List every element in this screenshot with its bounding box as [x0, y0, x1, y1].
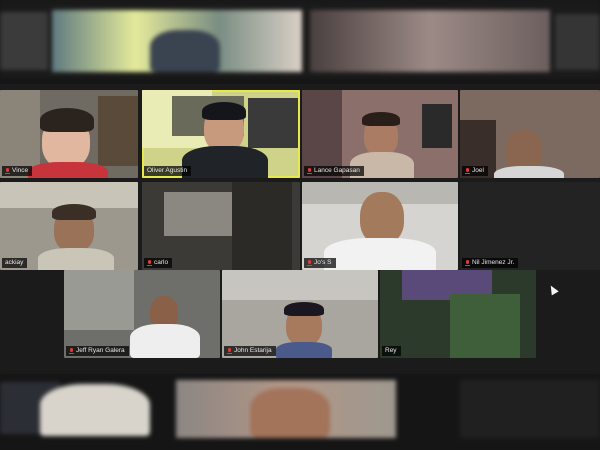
participant-name: Joel	[472, 167, 484, 174]
microphone-muted-icon	[69, 348, 74, 354]
participant-tile-active-speaker[interactable]: Oliver Agustin	[142, 90, 300, 178]
microphone-muted-icon	[465, 168, 470, 174]
participant-tile[interactable]: ackiay	[0, 182, 138, 270]
microphone-muted-icon	[5, 168, 10, 174]
participant-name: Jeff Ryan Galera	[76, 347, 125, 354]
participant-nametag: Joel	[462, 166, 488, 176]
participant-nametag: Lance Gapasan	[304, 166, 364, 176]
participant-tile[interactable]: Vince	[0, 90, 138, 178]
participant-tile[interactable]: Nil Jimenez Jr.	[460, 182, 600, 270]
participant-nametag: Jo's S	[304, 258, 336, 268]
blurred-background-top	[0, 0, 600, 78]
participant-tile[interactable]: Jo's S	[302, 182, 458, 270]
participant-name: Jo's S	[314, 259, 332, 266]
participant-name: Rey	[385, 347, 397, 354]
participant-nametag: Nil Jimenez Jr.	[462, 258, 519, 268]
participant-tile[interactable]: Jeff Ryan Galera	[64, 270, 220, 358]
participant-name: carlo	[154, 259, 169, 266]
participant-tile[interactable]: Rey	[380, 270, 536, 358]
participant-nametag: Vince	[2, 166, 33, 176]
participant-name: ackiay	[5, 259, 24, 266]
participant-nametag: Oliver Agustin	[144, 166, 192, 176]
microphone-muted-icon	[227, 348, 232, 354]
microphone-muted-icon	[147, 260, 152, 266]
participant-tile[interactable]: Lance Gapasan	[302, 90, 458, 178]
participant-nametag: Jeff Ryan Galera	[66, 346, 129, 356]
participant-nametag: Rey	[382, 346, 401, 356]
blurred-background-bottom	[0, 376, 600, 450]
gallery-view: Vince Oliver Agustin Lance Gapasan Joel …	[0, 84, 600, 374]
participant-nametag: John Estarija	[224, 346, 276, 356]
participant-nametag: ackiay	[2, 258, 28, 268]
participant-name: John Estarija	[234, 347, 272, 354]
participant-nametag: carlo	[144, 258, 173, 268]
microphone-muted-icon	[307, 260, 312, 266]
participant-tile[interactable]: Joel	[460, 90, 600, 178]
participant-tile[interactable]: John Estarija	[222, 270, 378, 358]
participant-name: Oliver Agustin	[147, 167, 188, 174]
participant-name: Nil Jimenez Jr.	[472, 259, 515, 266]
participant-name: Vince	[12, 167, 29, 174]
participant-tile[interactable]: carlo	[142, 182, 300, 270]
microphone-muted-icon	[465, 260, 470, 266]
microphone-muted-icon	[307, 168, 312, 174]
participant-name: Lance Gapasan	[314, 167, 360, 174]
